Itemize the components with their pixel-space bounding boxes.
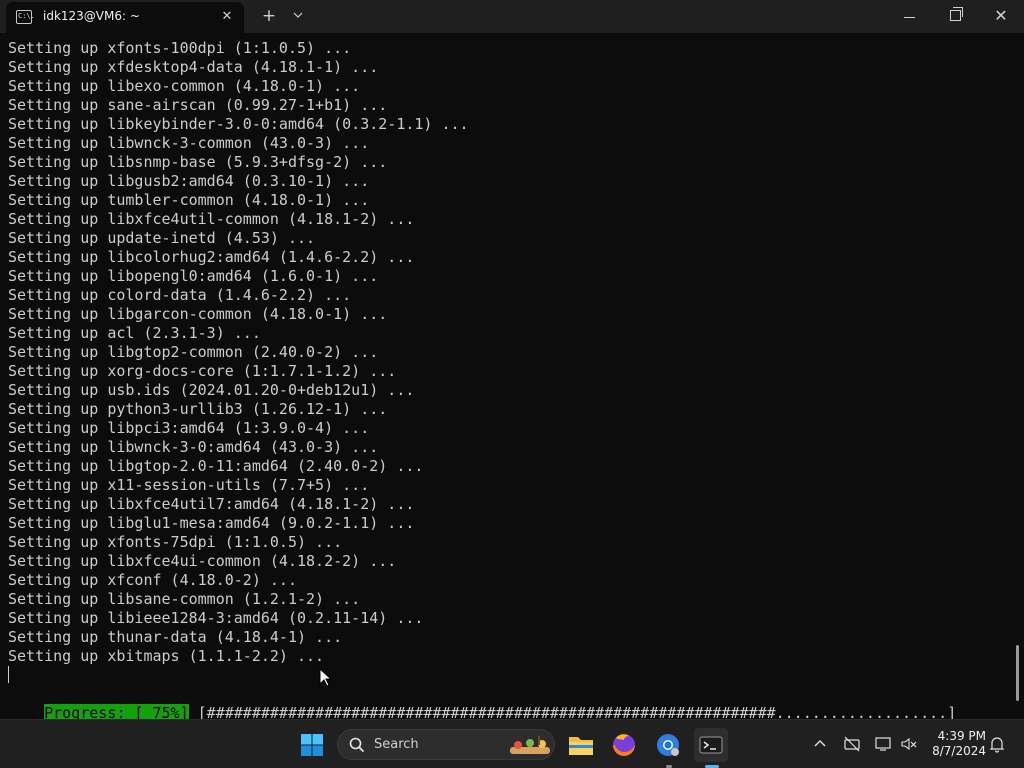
terminal-line: Setting up libieee1284-3:amd64 (0.2.11-1… [8,609,424,627]
terminal-line: Setting up xbitmaps (1.1.1-2.2) ... [8,647,325,665]
terminal-icon [699,736,723,754]
terminal-line: Setting up sane-airscan (0.99.27-1+b1) .… [8,96,388,114]
minimize-icon [903,17,915,18]
terminal-line: Setting up xorg-docs-core (1:1.7.1-1.2) … [8,362,397,380]
terminal-line: Setting up libsnmp-base (5.9.3+dfsg-2) .… [8,153,388,171]
new-tab-button[interactable]: + [258,4,280,28]
terminal-line: Setting up libgarcon-common (4.18.0-1) .… [8,305,388,323]
terminal-line: Setting up tumbler-common (4.18.0-1) ... [8,191,370,209]
terminal-line: Setting up xfdesktop4-data (4.18.1-1) ..… [8,58,379,76]
scrollbar[interactable] [1016,645,1019,701]
terminal-line: Setting up libsane-common (1.2.1-2) ... [8,590,361,608]
clock-date: 8/7/2024 [932,744,986,758]
windows-logo-icon [301,734,323,756]
terminal-line: Setting up python3-urllib3 (1.26.12-1) .… [8,400,388,418]
firefox-button[interactable] [607,728,641,762]
network-off-icon [844,736,860,752]
terminal-line: Setting up usb.ids (2024.01.20-0+deb12u1… [8,381,415,399]
terminal-line: Setting up libgtop-2.0-11:amd64 (2.40.0-… [8,457,424,475]
tab-title: idk123@VM6: ~ [43,9,140,23]
volume-muted-icon [901,737,917,751]
terminal-line: Setting up libcolorhug2:amd64 (1.4.6-2.2… [8,248,415,266]
terminal-line: Setting up libgusb2:amd64 (0.3.10-1) ... [8,172,370,190]
terminal-tab[interactable]: C:\. idk123@VM6: ~ ✕ [6,2,244,33]
terminal-line: Setting up xfonts-75dpi (1:1.0.5) ... [8,533,343,551]
terminal-button[interactable] [694,728,728,762]
search-highlight-icon [510,736,550,754]
terminal-line: Setting up colord-data (1.4.6-2.2) ... [8,286,352,304]
terminal-line: Setting up acl (2.3.1-3) ... [8,324,261,342]
terminal-line: Setting up xfonts-100dpi (1:1.0.5) ... [8,39,352,57]
search-icon [349,737,365,753]
terminal-line: Setting up libwnck-3-common (43.0-3) ... [8,134,370,152]
text-cursor [8,666,9,683]
restore-icon [949,7,963,21]
terminal-line: Setting up libglu1-mesa:amd64 (9.0.2-1.1… [8,514,415,532]
terminal-line: Setting up libxfce4ui-common (4.18.2-2) … [8,552,397,570]
notifications-button[interactable] [988,735,1006,753]
chrome-button[interactable] [651,728,685,762]
system-clock[interactable]: 4:39 PM 8/7/2024 [926,729,986,759]
terminal-output[interactable]: Setting up xfonts-100dpi (1:1.0.5) ... Se… [0,33,1024,719]
chevron-up-icon [814,740,826,747]
clock-time: 4:39 PM [937,729,986,743]
chrome-icon [657,734,679,756]
terminal-lines: Setting up xfonts-100dpi (1:1.0.5) ... Se… [8,39,469,666]
terminal-line: Setting up libxfce4util-common (4.18.1-2… [8,210,415,228]
terminal-line: Setting up libxfce4util7:amd64 (4.18.1-2… [8,495,415,513]
terminal-line: Setting up libwnck-3-0:amd64 (43.0-3) ..… [8,438,379,456]
taskbar: Search 4:39 PM 8/7/2024 [0,719,1024,768]
terminal-line: Setting up thunar-data (4.18.4-1) ... [8,628,343,646]
tab-dropdown-button[interactable] [288,4,308,28]
terminal-line: Setting up x11-session-utils (7.7+5) ... [8,476,370,494]
progress-bar: [#######################################… [188,704,957,719]
network-button[interactable] [843,735,861,753]
terminal-line: Setting up libkeybinder-3.0-0:amd64 (0.3… [8,115,469,133]
progress-row: Progress: [ 75%] [######################… [8,685,956,719]
command-prompt-icon: C:\. [16,10,35,24]
progress-label: Progress: [ 75%] [44,704,189,719]
chevron-down-icon [293,12,303,18]
taskbar-search[interactable]: Search [337,729,555,760]
terminal-line: Setting up libopengl0:amd64 (1.6.0-1) ..… [8,267,379,285]
folder-icon [569,737,593,755]
terminal-line: Setting up libgtop2-common (2.40.0-2) ..… [8,343,379,361]
mouse-pointer-icon [319,668,333,687]
close-tab-icon[interactable]: ✕ [218,8,236,26]
show-hidden-icons-button[interactable] [811,735,829,753]
notification-bell-icon [989,737,1005,753]
start-button[interactable] [295,728,329,762]
firefox-icon [613,734,635,756]
terminal-line: Setting up libexo-common (4.18.0-1) ... [8,77,361,95]
search-placeholder: Search [374,737,419,752]
minimize-button[interactable] [886,0,932,32]
display-icon [875,737,891,751]
display-button[interactable] [874,735,892,753]
title-bar: C:\. idk123@VM6: ~ ✕ + ✕ [0,0,1024,33]
terminal-line: Setting up xfconf (4.18.0-2) ... [8,571,297,589]
terminal-line: Setting up libpci3:amd64 (1:3.9.0-4) ... [8,419,370,437]
terminal-line: Setting up update-inetd (4.53) ... [8,229,316,247]
volume-button[interactable] [900,735,918,753]
restore-button[interactable] [932,0,978,32]
close-window-button[interactable]: ✕ [978,0,1024,32]
file-explorer-button[interactable] [564,728,598,762]
